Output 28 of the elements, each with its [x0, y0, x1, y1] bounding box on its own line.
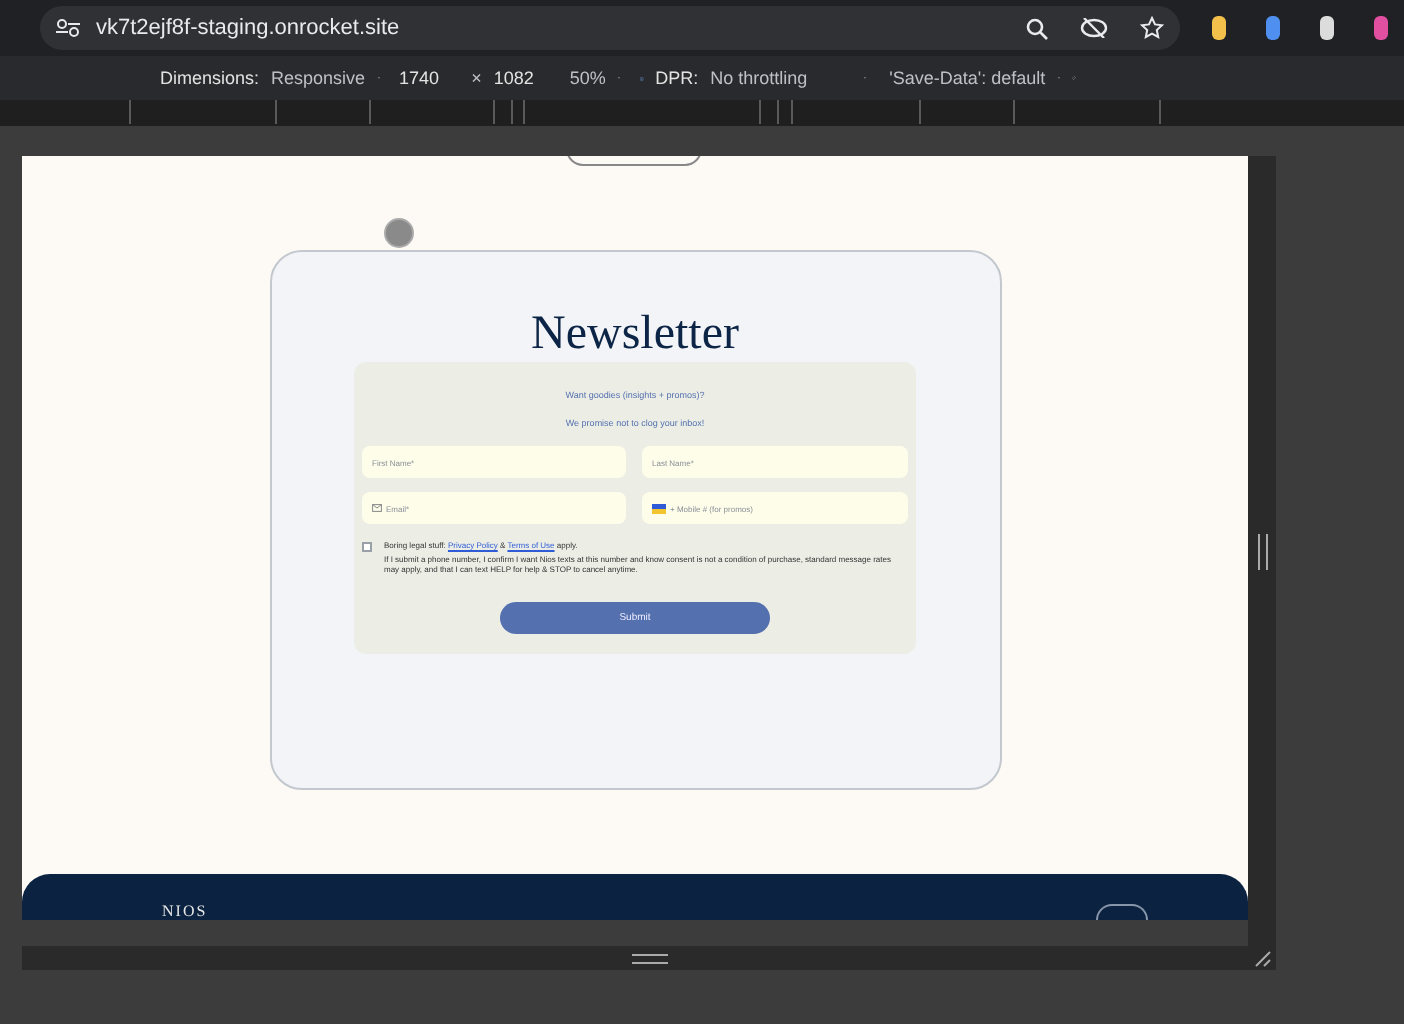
dpr-label: DPR: [655, 68, 699, 88]
extension-icon[interactable] [1212, 16, 1226, 40]
star-icon[interactable] [1140, 16, 1164, 40]
height-field[interactable]: 1082 [493, 68, 534, 88]
url-text: vk7t2ejf8f-staging.onrocket.site [96, 16, 402, 40]
envelope-icon [372, 504, 382, 512]
throttling-dropdown[interactable]: No throttling [710, 68, 808, 88]
dimensions-label: Dimensions: [160, 68, 260, 88]
site-settings-icon[interactable] [56, 18, 80, 38]
width-field[interactable]: 1740 [399, 68, 440, 88]
zoom-dropdown[interactable]: 50% [569, 68, 606, 88]
eye-off-icon[interactable] [1080, 18, 1108, 38]
consent-checkbox[interactable] [362, 542, 372, 552]
resize-handle[interactable] [631, 953, 667, 963]
newsletter-title: Newsletter [531, 308, 739, 360]
zoom-icon[interactable] [1026, 17, 1048, 39]
extension-icon[interactable] [1320, 16, 1334, 40]
device-dropdown[interactable]: Responsive [271, 68, 366, 88]
extension-icon[interactable] [1266, 16, 1280, 40]
flag-icon [652, 504, 666, 514]
resize-handle[interactable] [1257, 533, 1267, 569]
address-bar[interactable]: vk7t2ejf8f-staging.onrocket.site [40, 6, 1180, 50]
save-data-dropdown[interactable]: 'Save-Data': default [889, 68, 1046, 88]
resize-corner-icon[interactable] [1254, 950, 1272, 968]
brand-text: NIOS [162, 904, 208, 920]
circle-button[interactable] [1096, 904, 1148, 920]
times-sign: × [471, 68, 482, 88]
cursor-dot [384, 218, 414, 248]
